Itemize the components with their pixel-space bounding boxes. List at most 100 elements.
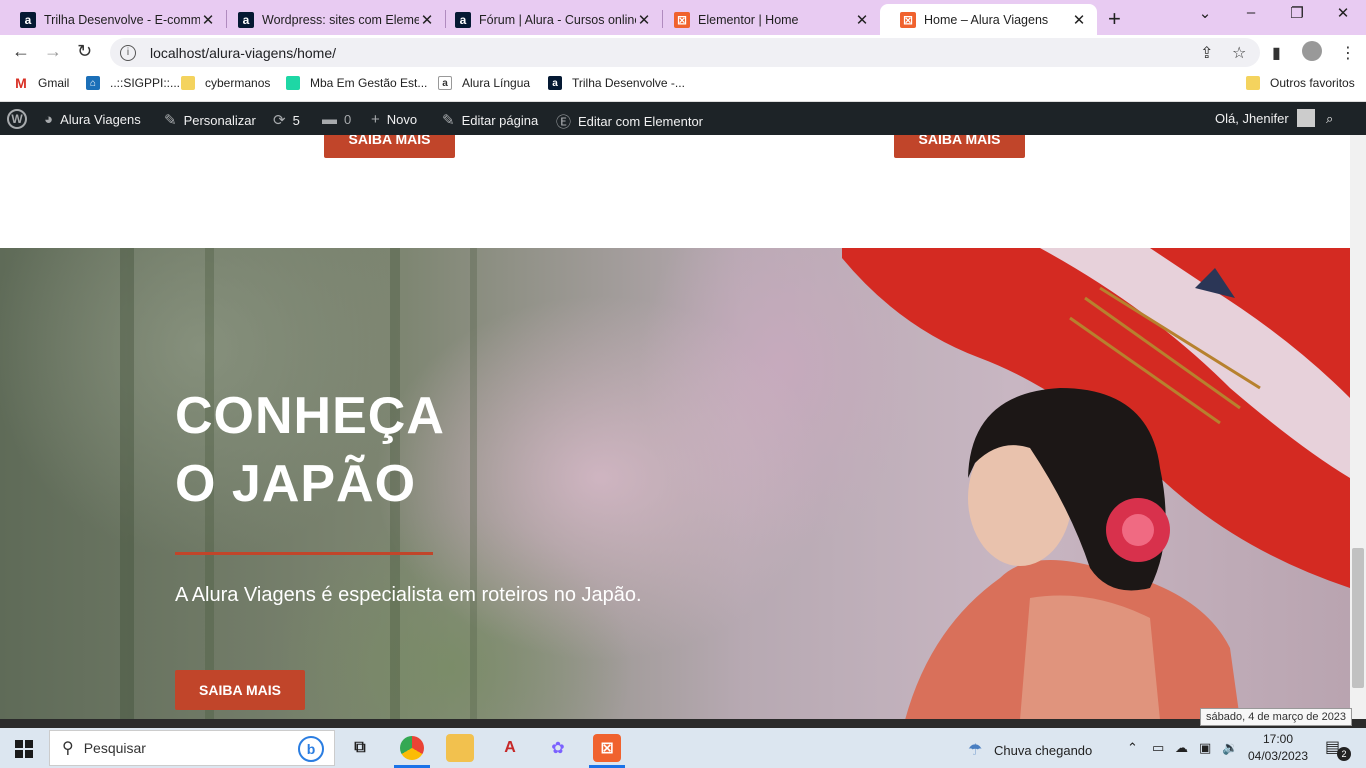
tab-elementor-home[interactable]: ⊠ Elementor | Home ✕: [654, 4, 880, 35]
admin-greeting: Olá, Jhenifer: [1215, 110, 1289, 126]
admin-site-name[interactable]: ◕ Alura Viagens: [44, 111, 141, 128]
admin-account[interactable]: Olá, Jhenifer: [1215, 109, 1315, 127]
tab-title: Trilha Desenvolve - E-comme: [44, 12, 200, 27]
admin-edit-page[interactable]: ✎ Editar página: [442, 111, 538, 129]
close-icon[interactable]: ✕: [419, 11, 435, 29]
tab-forum-alura[interactable]: a Fórum | Alura - Cursos online ✕: [435, 4, 662, 35]
search-icon: ⚲: [62, 740, 74, 757]
bing-icon[interactable]: b: [298, 736, 324, 762]
xampp-icon[interactable]: ⊠: [589, 734, 625, 768]
elementor-icon: Ⓔ: [556, 114, 572, 131]
bookmark-trilha-desenvolve[interactable]: a Trilha Desenvolve -...: [548, 76, 685, 90]
task-view-icon[interactable]: ⧉: [346, 734, 374, 762]
updates-icon: ⟳: [273, 112, 286, 129]
menu-dots-icon[interactable]: ⋮: [1340, 43, 1356, 63]
copilot-icon[interactable]: ✿: [544, 734, 572, 762]
bookmark-mba[interactable]: Mba Em Gestão Est...: [286, 76, 427, 90]
mba-icon: [286, 76, 300, 90]
notification-center-icon[interactable]: ▤ 2: [1325, 737, 1351, 761]
bookmark-label: ..::SIGPPI::...: [110, 76, 181, 90]
bookmark-label: Outros favoritos: [1270, 76, 1355, 90]
bookmark-label: Mba Em Gestão Est...: [310, 76, 428, 90]
address-bar[interactable]: i localhost/alura-viagens/home/: [110, 38, 1260, 67]
hero-subtitle: A Alura Viagens é especialista em roteir…: [175, 584, 642, 606]
elementor-icon: ⊠: [674, 11, 690, 28]
hero-title: CONHEÇA O JAPÃO: [175, 382, 445, 518]
tab-title: Home – Alura Viagens: [924, 12, 1049, 27]
pencil-icon: ✎: [442, 112, 455, 129]
bookmark-cybermanos[interactable]: cybermanos: [181, 76, 270, 90]
browser-toolbar: ← → ↻ i localhost/alura-viagens/home/ ⇪ …: [0, 35, 1366, 70]
tab-trilha-desenvolve[interactable]: a Trilha Desenvolve - E-comme ✕: [0, 4, 226, 35]
profile-avatar[interactable]: [1302, 41, 1322, 61]
acrobat-icon[interactable]: A: [496, 734, 524, 762]
admin-updates[interactable]: ⟳ 5: [273, 111, 300, 129]
admin-edit-label: Editar página: [461, 112, 539, 128]
network-icon[interactable]: ▣: [1199, 740, 1211, 756]
bookmark-gmail[interactable]: M Gmail: [14, 75, 69, 91]
taskbar-search-input[interactable]: ⚲ Pesquisar b: [49, 730, 335, 766]
tab-home-alura-viagens[interactable]: ⊠ Home – Alura Viagens ✕: [880, 4, 1097, 35]
tab-title: Fórum | Alura - Cursos online: [479, 12, 636, 27]
volume-icon[interactable]: 🔉: [1222, 740, 1238, 756]
admin-customize[interactable]: ✎ Personalizar: [164, 111, 256, 129]
windows-start-icon[interactable]: [15, 740, 33, 758]
close-icon[interactable]: ✕: [1071, 11, 1087, 29]
admin-site-label: Alura Viagens: [60, 112, 141, 127]
folder-icon: [181, 76, 195, 90]
hero-japan-section: CONHEÇA O JAPÃO A Alura Viagens é especi…: [0, 248, 1350, 720]
date-tooltip: sábado, 4 de março de 2023: [1200, 708, 1353, 726]
back-arrow-icon[interactable]: ←: [12, 41, 30, 62]
alura-icon: a: [455, 11, 471, 28]
chevron-up-icon[interactable]: ⌃: [1127, 740, 1138, 756]
tab-wordpress-elementor[interactable]: a Wordpress: sites com Elemen ✕: [218, 4, 445, 35]
admin-new[interactable]: + Novo: [371, 111, 417, 128]
alura-icon: a: [548, 76, 562, 90]
notification-badge: 2: [1337, 747, 1351, 761]
tab-search-chevron-icon[interactable]: ⌄: [1195, 4, 1215, 22]
bookmark-other-favorites[interactable]: Outros favoritos: [1246, 76, 1355, 90]
bookmark-sigppi[interactable]: ⌂ ..::SIGPPI::...: [86, 76, 180, 90]
hero-saiba-mais-button[interactable]: SAIBA MAIS: [175, 670, 305, 710]
info-icon[interactable]: i: [120, 44, 136, 61]
file-explorer-icon[interactable]: [446, 734, 474, 762]
close-window-button[interactable]: ✕: [1333, 4, 1353, 22]
close-icon[interactable]: ✕: [636, 11, 652, 29]
weather-text: Chuva chegando: [993, 743, 1093, 758]
admin-edit-elementor[interactable]: Ⓔ Editar com Elementor: [556, 111, 703, 132]
tab-title: Wordpress: sites com Elemen: [262, 12, 419, 27]
chrome-icon[interactable]: [394, 734, 430, 768]
share-icon[interactable]: ⇪: [1200, 43, 1213, 63]
bookmark-alura-lingua[interactable]: a Alura Língua: [438, 76, 530, 90]
close-icon[interactable]: ✕: [200, 11, 216, 29]
scrollbar-thumb[interactable]: [1352, 548, 1364, 688]
minimize-button[interactable]: –: [1241, 4, 1261, 21]
battery-icon[interactable]: ▭: [1152, 740, 1164, 756]
wordpress-logo-icon[interactable]: W: [7, 109, 27, 129]
side-panel-icon[interactable]: ▮: [1272, 43, 1281, 63]
avatar: [1296, 109, 1315, 127]
admin-comments-count: 0: [344, 112, 352, 127]
admin-search-icon[interactable]: ⌕: [1326, 111, 1333, 127]
close-icon[interactable]: ✕: [854, 11, 870, 29]
bookmark-label: cybermanos: [205, 76, 271, 90]
new-tab-button[interactable]: +: [1108, 6, 1121, 32]
admin-new-label: Novo: [386, 112, 418, 127]
forward-arrow-icon[interactable]: →: [44, 41, 62, 62]
wp-admin-bar: W ◕ Alura Viagens ✎ Personalizar ⟳ 5 ▬ 0…: [0, 102, 1366, 135]
admin-comments[interactable]: ▬ 0: [322, 111, 351, 128]
weather-cloud-icon: ☂: [968, 742, 983, 759]
weather-widget[interactable]: ☂ Chuva chegando: [968, 740, 1092, 760]
tab-title: Elementor | Home: [698, 12, 799, 27]
comment-icon: ▬: [322, 111, 337, 128]
system-clock[interactable]: 17:00 04/03/2023: [1246, 731, 1310, 765]
admin-updates-count: 5: [292, 112, 300, 128]
cloud-icon[interactable]: ☁: [1175, 740, 1188, 756]
house-icon: ⌂: [86, 76, 100, 90]
reload-icon[interactable]: ↻: [77, 41, 92, 62]
bookmark-star-icon[interactable]: ☆: [1232, 43, 1246, 63]
hero-title-line-1: CONHEÇA: [175, 387, 445, 445]
hero-title-line-2: O JAPÃO: [175, 455, 417, 513]
maximize-button[interactable]: ❐: [1287, 4, 1307, 22]
admin-elementor-label: Editar com Elementor: [578, 114, 704, 129]
